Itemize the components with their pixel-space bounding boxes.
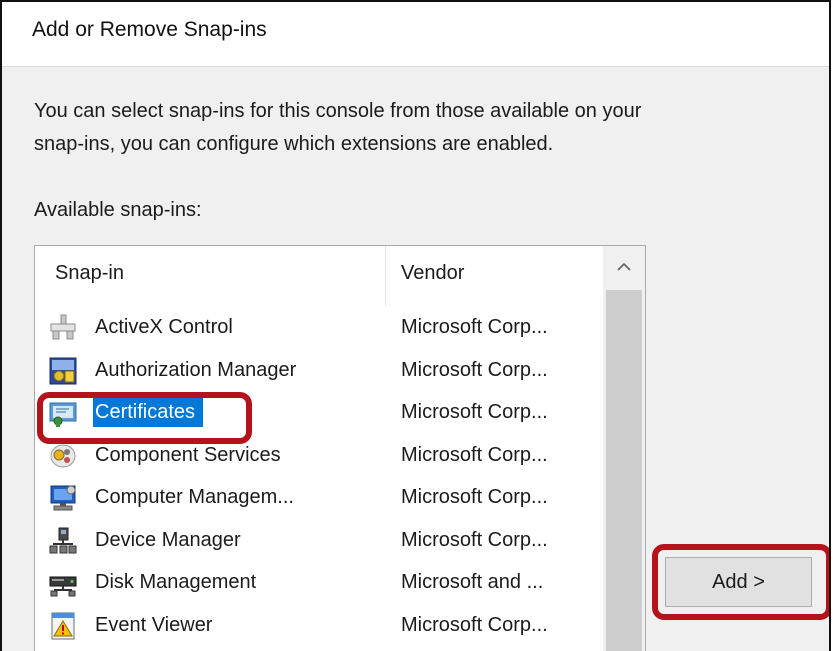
snapin-name: Disk Management (95, 571, 257, 593)
available-snapins-list[interactable]: Snap-in Vendor ActiveX Control Microsoft… (34, 245, 646, 651)
snapin-name: Certificates (93, 398, 204, 427)
snapin-name: Authorization Manager (95, 358, 297, 381)
snapin-vendor: Microsoft Corp... (401, 358, 548, 381)
scroll-thumb[interactable] (606, 290, 642, 651)
snapin-vendor: Microsoft Corp... (401, 486, 548, 508)
snapin-name: ActiveX Control (95, 316, 233, 338)
disk-management-icon (49, 569, 77, 597)
intro-text: You can select snap-ins for this console… (34, 95, 829, 161)
intro-line-1: You can select snap-ins for this console… (34, 100, 642, 122)
intro-line-2: snap-ins, you can configure which extens… (34, 133, 554, 155)
list-header: Snap-in Vendor (35, 246, 597, 306)
column-header-snapin[interactable]: Snap-in (55, 262, 124, 285)
snapin-vendor: Microsoft Corp... (401, 443, 548, 466)
snapin-name: Event Viewer (95, 613, 213, 636)
chevron-up-icon (617, 262, 631, 271)
scroll-up-button[interactable] (603, 246, 645, 286)
snapin-vendor: Microsoft and ... (401, 571, 544, 593)
snapin-vendor: Microsoft Corp... (401, 316, 548, 338)
computer-management-icon (49, 484, 77, 512)
dialog-title: Add or Remove Snap-ins (32, 18, 267, 41)
activex-control-icon (49, 314, 77, 342)
list-vertical-scrollbar[interactable] (603, 246, 645, 651)
snapin-name: Component Services (95, 443, 281, 466)
snapin-row[interactable]: Authorization Manager Microsoft Corp... (35, 349, 597, 392)
device-manager-icon (49, 527, 77, 555)
add-remove-snapins-dialog: Add or Remove Snap-ins You can select sn… (0, 0, 831, 651)
snapin-name: Computer Managem... (95, 486, 294, 508)
snapin-vendor: Microsoft Corp... (401, 613, 548, 636)
snapin-row-selected[interactable]: Certificates Microsoft Corp... (35, 391, 597, 434)
snapin-rows: ActiveX Control Microsoft Corp... Author… (35, 306, 597, 646)
snapin-name: Device Manager (95, 528, 241, 551)
authorization-manager-icon (49, 357, 77, 385)
event-viewer-icon (49, 612, 77, 640)
available-snapins-label: Available snap-ins: (34, 199, 202, 221)
add-button[interactable]: Add > (665, 557, 812, 607)
snapin-vendor: Microsoft Corp... (401, 528, 548, 551)
snapin-row[interactable]: Device Manager Microsoft Corp... (35, 519, 597, 562)
snapin-row[interactable]: ActiveX Control Microsoft Corp... (35, 306, 597, 349)
component-services-icon (49, 442, 77, 470)
certificates-icon (49, 399, 77, 427)
column-header-vendor[interactable]: Vendor (401, 262, 464, 285)
snapin-row[interactable]: Disk Management Microsoft and ... (35, 561, 597, 604)
snapin-row[interactable]: Computer Managem... Microsoft Corp... (35, 476, 597, 519)
snapin-row[interactable]: Event Viewer Microsoft Corp... (35, 604, 597, 647)
title-bar: Add or Remove Snap-ins (2, 2, 829, 66)
snapin-vendor: Microsoft Corp... (401, 401, 548, 423)
snapin-row[interactable]: Component Services Microsoft Corp... (35, 434, 597, 477)
column-divider[interactable] (385, 246, 386, 306)
